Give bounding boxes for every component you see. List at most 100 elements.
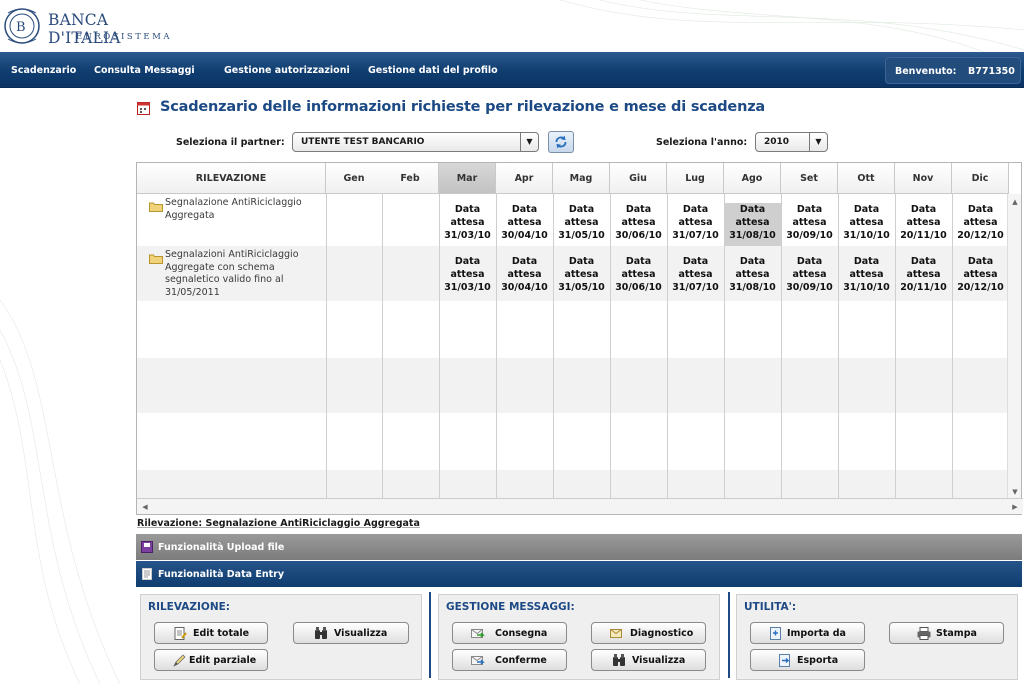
selection-info: Rilevazione: Segnalazione AntiRiciclaggi… — [137, 518, 420, 529]
row-label[interactable]: Segnalazioni AntiRiciclaggio Aggregate co… — [165, 249, 299, 299]
conferme-button[interactable]: Conferme — [452, 649, 567, 671]
header-month-apr[interactable]: Apr — [496, 163, 553, 194]
schedule-cell[interactable]: Data attesa 20/12/10 — [952, 255, 1009, 298]
schedule-cell[interactable]: Data attesa 31/07/10 — [667, 203, 724, 246]
nav-gestione-autorizzazioni[interactable]: Gestione autorizzazioni — [224, 65, 350, 76]
schedule-cell-text: Data — [568, 204, 595, 215]
binoculars-icon — [613, 654, 625, 666]
schedule-cell[interactable]: Data attesa 30/04/10 — [496, 255, 553, 298]
header-month-mar[interactable]: Mar — [439, 163, 496, 194]
schedule-cell-text: attesa — [792, 217, 827, 228]
schedule-cell-text: attesa — [621, 217, 656, 228]
schedule-cell-text: 31/03/10 — [444, 282, 491, 293]
schedule-cell[interactable]: Data attesa 31/10/10 — [838, 255, 895, 298]
schedule-cell-text: attesa — [564, 217, 599, 228]
schedule-cell[interactable]: Data attesa 31/07/10 — [667, 255, 724, 298]
accordion-upload[interactable]: Funzionalità Upload file — [136, 534, 1022, 560]
schedule-cell[interactable]: Data attesa 20/11/10 — [895, 255, 952, 298]
schedule-cell[interactable]: Data attesa 30/09/10 — [781, 255, 838, 298]
row-label-line: Segnalazioni AntiRiciclaggio — [165, 249, 299, 260]
edit-pencil-icon — [173, 654, 186, 667]
schedule-cell-text: 31/07/10 — [672, 230, 719, 241]
header-month-giu[interactable]: Giu — [610, 163, 667, 194]
schedule-cell[interactable]: Data attesa 20/11/10 — [895, 203, 952, 246]
year-select[interactable]: 2010 ▼ — [755, 132, 828, 152]
schedule-cell-text: Data — [739, 204, 766, 215]
accordion-data-entry[interactable]: Funzionalità Data Entry — [136, 561, 1022, 587]
schedule-cell-text: attesa — [906, 217, 941, 228]
schedule-cell-text: 31/08/10 — [729, 230, 776, 241]
panel-rilevazione-title: RILEVAZIONE: — [148, 601, 231, 613]
schedule-cell[interactable]: Data attesa 31/08/10 — [724, 255, 781, 298]
schedule-cell[interactable]: Data attesa 31/08/10 — [724, 203, 781, 246]
welcome-label: Benvenuto: — [895, 66, 957, 77]
schedule-cell-text: Data — [910, 204, 937, 215]
schedule-cell[interactable]: Data attesa 31/10/10 — [838, 203, 895, 246]
refresh-button[interactable] — [548, 131, 574, 153]
page-title: Scadenzario delle informazioni richieste… — [160, 99, 766, 115]
bank-logo[interactable]: B BANCA D'ITALIA EUROSISTEMA — [2, 3, 182, 49]
vertical-scrollbar[interactable]: ▲ ▼ — [1007, 194, 1021, 500]
nav-gestione-profilo[interactable]: Gestione dati del profilo — [368, 65, 498, 76]
schedule-cell-text: Data — [967, 256, 994, 267]
header-month-nov[interactable]: Nov — [895, 163, 952, 194]
header-month-lug[interactable]: Lug — [667, 163, 724, 194]
schedule-cell[interactable]: Data attesa 31/05/10 — [553, 255, 610, 298]
horizontal-scrollbar[interactable]: ◀ ▶ — [137, 498, 1023, 514]
schedule-cell[interactable]: Data attesa 31/03/10 — [439, 255, 496, 298]
importa-button[interactable]: Importa da — [750, 622, 865, 644]
visualizza-rilevazione-button[interactable]: Visualizza — [293, 622, 409, 644]
mail-diagnostic-icon — [610, 629, 622, 638]
partner-value: UTENTE TEST BANCARIO — [301, 137, 425, 147]
panel-separator — [429, 592, 431, 678]
nav-consulta-messaggi[interactable]: Consulta Messaggi — [94, 65, 195, 76]
partner-select[interactable]: UTENTE TEST BANCARIO ▼ — [292, 132, 539, 152]
partner-label: Seleziona il partner: — [176, 137, 285, 148]
data-entry-icon — [142, 568, 152, 580]
header-month-set[interactable]: Set — [781, 163, 838, 194]
consegna-button[interactable]: Consegna — [452, 622, 567, 644]
schedule-cell[interactable]: Data attesa 20/12/10 — [952, 203, 1009, 246]
scroll-left-icon[interactable]: ◀ — [139, 501, 151, 513]
schedule-cell-text: Data — [910, 256, 937, 267]
scroll-right-icon[interactable]: ▶ — [1009, 501, 1021, 513]
schedule-cell[interactable]: Data attesa 30/09/10 — [781, 203, 838, 246]
schedule-cell[interactable]: Data attesa 30/06/10 — [610, 203, 667, 246]
schedule-cell[interactable]: Data attesa 30/06/10 — [610, 255, 667, 298]
row-label-line: Aggregate con schema — [165, 261, 275, 273]
schedule-cell-text: 31/05/10 — [558, 282, 605, 293]
schedule-cell-text: attesa — [450, 269, 485, 280]
visualizza-messaggi-button[interactable]: Visualizza — [591, 649, 706, 671]
accordion-data-entry-label: Funzionalità Data Entry — [158, 569, 285, 580]
scroll-down-icon[interactable]: ▼ — [1009, 486, 1021, 498]
top-navbar: Scadenzario Consulta Messaggi Gestione a… — [0, 52, 1024, 88]
nav-scadenzario[interactable]: Scadenzario — [11, 65, 76, 76]
schedule-cell-text: attesa — [678, 217, 713, 228]
scroll-up-icon[interactable]: ▲ — [1009, 196, 1021, 208]
schedule-cell[interactable]: Data attesa 31/05/10 — [553, 203, 610, 246]
schedule-cell-text: 20/12/10 — [957, 230, 1004, 241]
schedule-cell-text: Data — [625, 204, 652, 215]
refresh-icon — [555, 135, 567, 149]
header-month-gen[interactable]: Gen — [326, 163, 383, 194]
stampa-button[interactable]: Stampa — [889, 622, 1004, 644]
schedule-cell[interactable]: Data attesa 31/03/10 — [439, 203, 496, 246]
schedule-grid: RILEVAZIONE Gen Feb Mar Apr Mag Giu Lug Ago Set O… — [136, 162, 1023, 515]
import-icon — [770, 627, 781, 640]
header-month-mag[interactable]: Mag — [553, 163, 610, 194]
row-label[interactable]: Segnalazione AntiRiciclaggio Aggregata — [165, 197, 302, 222]
header-month-feb[interactable]: Feb — [382, 163, 439, 194]
esporta-button[interactable]: Esporta — [750, 649, 865, 671]
schedule-cell-text: Data — [511, 256, 538, 267]
schedule-cell[interactable]: Data attesa 30/04/10 — [496, 203, 553, 246]
schedule-cell-text: Data — [853, 256, 880, 267]
schedule-cell-text: 20/11/10 — [900, 282, 947, 293]
edit-parziale-button[interactable]: Edit parziale — [154, 649, 268, 671]
header-month-ago[interactable]: Ago — [724, 163, 781, 194]
edit-totale-button[interactable]: Edit totale — [154, 622, 268, 644]
header-month-dic[interactable]: Dic — [952, 163, 1009, 194]
diagnostico-button[interactable]: Diagnostico — [591, 622, 706, 644]
panel-messaggi-title: GESTIONE MESSAGGI: — [446, 601, 575, 613]
header-rilevazione[interactable]: RILEVAZIONE — [137, 163, 326, 194]
header-month-ott[interactable]: Ott — [838, 163, 895, 194]
